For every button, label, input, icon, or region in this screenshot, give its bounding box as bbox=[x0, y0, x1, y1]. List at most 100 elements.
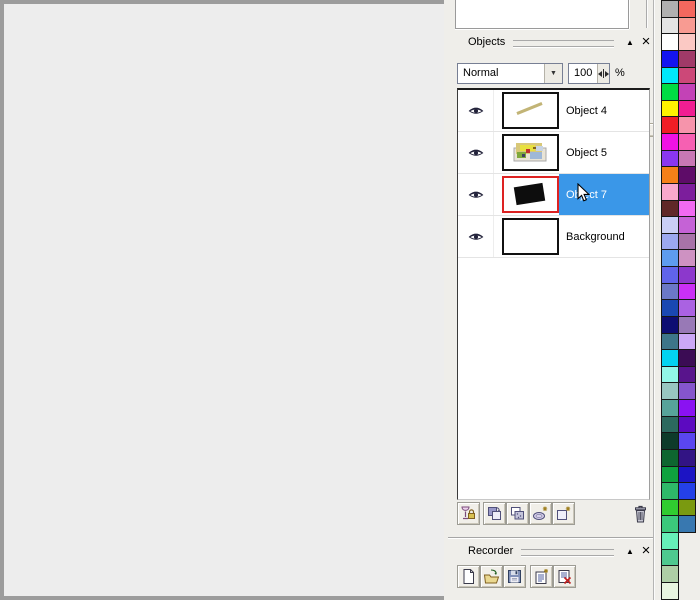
palette-swatch[interactable] bbox=[679, 500, 695, 517]
save-script-button[interactable] bbox=[503, 565, 526, 588]
palette-swatch[interactable] bbox=[679, 334, 695, 351]
combine-objects-button[interactable] bbox=[506, 502, 529, 525]
collapse-panel-button[interactable]: ▲ bbox=[622, 547, 638, 556]
collapse-panel-button[interactable]: ▲ bbox=[622, 38, 638, 47]
palette-swatch[interactable] bbox=[662, 550, 678, 567]
new-command-button[interactable] bbox=[530, 565, 553, 588]
palette-swatch[interactable] bbox=[679, 151, 695, 168]
visibility-toggle[interactable] bbox=[458, 174, 494, 215]
palette-swatch[interactable] bbox=[662, 51, 678, 68]
palette-swatch[interactable] bbox=[679, 84, 695, 101]
palette-swatch[interactable] bbox=[679, 267, 695, 284]
palette-swatch[interactable] bbox=[679, 184, 695, 201]
visibility-toggle[interactable] bbox=[458, 216, 494, 257]
palette-swatch[interactable] bbox=[679, 417, 695, 434]
new-lens-button[interactable] bbox=[529, 502, 552, 525]
duplicate-object-button[interactable] bbox=[483, 502, 506, 525]
palette-swatch[interactable] bbox=[662, 450, 678, 467]
new-document-button[interactable] bbox=[457, 565, 480, 588]
palette-swatch[interactable] bbox=[679, 367, 695, 384]
palette-swatch[interactable] bbox=[662, 134, 678, 151]
palette-swatch[interactable] bbox=[679, 400, 695, 417]
layer-thumbnail[interactable] bbox=[502, 92, 559, 129]
layer-thumbnail[interactable] bbox=[502, 218, 559, 255]
palette-swatch[interactable] bbox=[662, 34, 678, 51]
palette-swatch[interactable] bbox=[662, 583, 678, 599]
palette-swatch[interactable] bbox=[662, 467, 678, 484]
open-script-button[interactable] bbox=[480, 565, 503, 588]
palette-swatch[interactable] bbox=[662, 151, 678, 168]
layer-name[interactable]: Background bbox=[559, 216, 649, 257]
opacity-slider-icon[interactable] bbox=[597, 64, 609, 83]
layer-name[interactable]: Object 4 bbox=[559, 90, 649, 131]
palette-swatch[interactable] bbox=[679, 51, 695, 68]
layer-name[interactable]: Object 5 bbox=[559, 132, 649, 173]
layer-thumbnail[interactable] bbox=[502, 134, 559, 171]
palette-swatch[interactable] bbox=[679, 1, 695, 18]
palette-swatch[interactable] bbox=[662, 383, 678, 400]
layer-row-object-5[interactable]: Object 5 bbox=[458, 132, 649, 174]
palette-swatch[interactable] bbox=[679, 68, 695, 85]
palette-swatch[interactable] bbox=[662, 516, 678, 533]
palette-swatch[interactable] bbox=[662, 84, 678, 101]
layer-row-background[interactable]: Background bbox=[458, 216, 649, 258]
palette-swatch[interactable] bbox=[662, 433, 678, 450]
palette-swatch[interactable] bbox=[679, 250, 695, 267]
panel-grip[interactable] bbox=[513, 40, 614, 47]
palette-swatch[interactable] bbox=[662, 317, 678, 334]
palette-swatch[interactable] bbox=[679, 284, 695, 301]
palette-swatch[interactable] bbox=[679, 350, 695, 367]
delete-object-button[interactable] bbox=[630, 504, 651, 525]
palette-swatch[interactable] bbox=[662, 267, 678, 284]
palette-swatch[interactable] bbox=[679, 134, 695, 151]
palette-swatch[interactable] bbox=[679, 167, 695, 184]
palette-swatch[interactable] bbox=[679, 433, 695, 450]
palette-swatch[interactable] bbox=[662, 350, 678, 367]
delete-command-button[interactable] bbox=[553, 565, 576, 588]
palette-swatch[interactable] bbox=[679, 300, 695, 317]
palette-swatch[interactable] bbox=[679, 383, 695, 400]
palette-swatch[interactable] bbox=[662, 18, 678, 35]
palette-swatch[interactable] bbox=[679, 483, 695, 500]
palette-swatch[interactable] bbox=[662, 367, 678, 384]
visibility-toggle[interactable] bbox=[458, 132, 494, 173]
palette-swatch[interactable] bbox=[679, 217, 695, 234]
palette-swatch[interactable] bbox=[662, 68, 678, 85]
layer-row-object-7[interactable]: Object 7 bbox=[458, 174, 649, 216]
palette-swatch[interactable] bbox=[662, 566, 678, 583]
palette-swatch[interactable] bbox=[662, 533, 678, 550]
visibility-toggle[interactable] bbox=[458, 90, 494, 131]
palette-swatch[interactable] bbox=[679, 18, 695, 35]
palette-swatch[interactable] bbox=[662, 201, 678, 218]
palette-swatch[interactable] bbox=[662, 167, 678, 184]
palette-swatch[interactable] bbox=[662, 217, 678, 234]
palette-swatch[interactable] bbox=[662, 234, 678, 251]
palette-swatch[interactable] bbox=[679, 201, 695, 218]
new-object-button[interactable] bbox=[552, 502, 575, 525]
close-panel-button[interactable]: × bbox=[638, 35, 654, 49]
palette-swatch[interactable] bbox=[662, 483, 678, 500]
palette-swatch[interactable] bbox=[662, 284, 678, 301]
palette-swatch[interactable] bbox=[679, 101, 695, 118]
opacity-control[interactable]: 100 bbox=[568, 63, 610, 84]
layer-thumbnail-selected[interactable] bbox=[502, 176, 559, 213]
palette-swatch[interactable] bbox=[679, 317, 695, 334]
dropdown-arrow-icon[interactable]: ▼ bbox=[544, 64, 562, 83]
palette-swatch[interactable] bbox=[662, 101, 678, 118]
palette-swatch[interactable] bbox=[679, 117, 695, 134]
palette-swatch[interactable] bbox=[662, 117, 678, 134]
palette-swatch[interactable] bbox=[679, 467, 695, 484]
palette-swatch[interactable] bbox=[662, 250, 678, 267]
palette-swatch[interactable] bbox=[679, 450, 695, 467]
palette-swatch[interactable] bbox=[662, 334, 678, 351]
palette-swatch[interactable] bbox=[679, 234, 695, 251]
palette-swatch[interactable] bbox=[662, 184, 678, 201]
palette-swatch[interactable] bbox=[662, 1, 678, 18]
panel-grip[interactable] bbox=[521, 549, 614, 556]
merge-mode-dropdown[interactable]: Normal ▼ bbox=[457, 63, 563, 84]
palette-swatch[interactable] bbox=[679, 516, 695, 532]
palette-swatch[interactable] bbox=[662, 300, 678, 317]
opacity-value[interactable]: 100 bbox=[569, 64, 597, 83]
layer-name-selected[interactable]: Object 7 bbox=[559, 174, 649, 215]
close-panel-button[interactable]: × bbox=[638, 544, 654, 558]
